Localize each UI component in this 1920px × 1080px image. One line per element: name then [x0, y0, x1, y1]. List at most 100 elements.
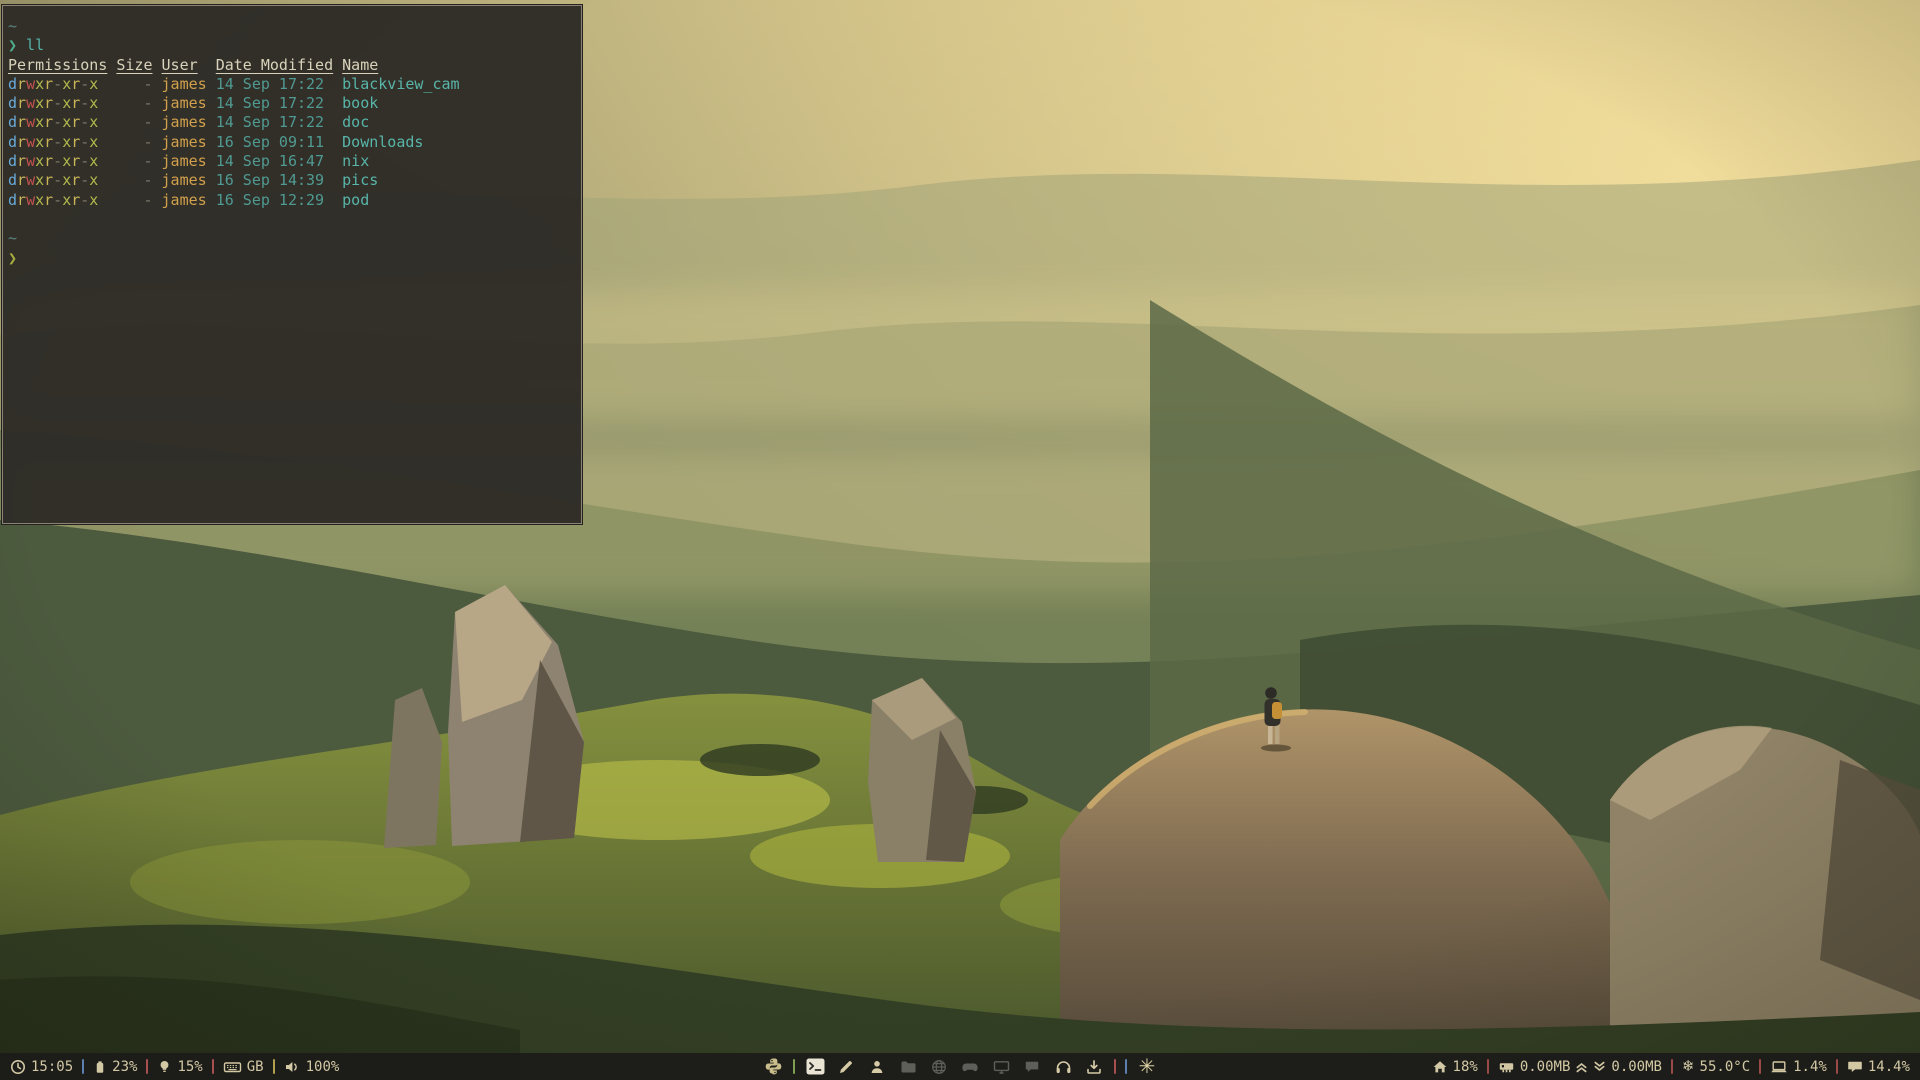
separator	[1487, 1059, 1489, 1074]
workspace-python[interactable]	[762, 1055, 784, 1078]
network-icon	[1498, 1059, 1515, 1075]
file-owner: james	[162, 113, 207, 131]
separator	[1114, 1059, 1116, 1074]
home-icon	[1432, 1059, 1448, 1075]
column-header: Name	[342, 56, 378, 74]
separator	[212, 1059, 214, 1074]
terminal-output: ~ ❯ ll Permissions Size User Date Modifi…	[3, 6, 581, 268]
file-date: 14 Sep 17:22	[216, 75, 324, 93]
file-owner: james	[162, 171, 207, 189]
monitor-icon	[993, 1059, 1010, 1075]
volume-icon	[284, 1059, 301, 1075]
speech-bubble-icon	[1847, 1059, 1863, 1075]
file-owner: james	[162, 152, 207, 170]
status-bar: 15:05 23% 15% GB 100% ✳ 18% 0.00MB0.00MB ❄ 55.0…	[0, 1053, 1920, 1080]
cwd-path: ~	[8, 17, 17, 35]
separator	[793, 1059, 795, 1074]
angles-down-icon	[1593, 1059, 1606, 1075]
bar-center-group: ✳	[762, 1053, 1158, 1080]
volume-module: 100%	[284, 1059, 340, 1075]
workspace-editor[interactable]	[835, 1055, 857, 1078]
file-name: Downloads	[342, 133, 423, 151]
file-name: pics	[342, 171, 378, 189]
module-value: 15%	[177, 1059, 202, 1075]
file-size: -	[143, 171, 152, 189]
workspace-music[interactable]	[1052, 1055, 1074, 1078]
settings-launcher[interactable]: ✳	[1136, 1055, 1158, 1078]
file-row: drwxr-xr-x - james 14 Sep 17:22 blackvie…	[8, 75, 460, 93]
bar-left-group: 15:05 23% 15% GB 100%	[10, 1059, 339, 1075]
separator	[1125, 1059, 1127, 1074]
file-date: 14 Sep 17:22	[216, 113, 324, 131]
keyboard-icon	[223, 1059, 242, 1075]
file-name: blackview_cam	[342, 75, 459, 93]
typed-command: ll	[17, 36, 44, 54]
file-date: 14 Sep 17:22	[216, 94, 324, 112]
file-size: -	[143, 113, 152, 131]
module-value: 18%	[1453, 1059, 1478, 1075]
file-name: pod	[342, 191, 369, 209]
globe-icon	[931, 1059, 947, 1075]
column-header: Size	[116, 56, 152, 74]
pencil-icon	[838, 1059, 854, 1075]
separator	[1671, 1059, 1673, 1074]
module-value: 15:05	[31, 1059, 73, 1075]
battery-module: 23%	[93, 1059, 137, 1075]
workspace-downloads[interactable]	[1083, 1055, 1105, 1078]
terminal-window[interactable]: ~ ❯ ll Permissions Size User Date Modifi…	[2, 5, 582, 524]
brightness-module: 15%	[157, 1059, 202, 1075]
workspace-chat[interactable]	[1021, 1055, 1043, 1078]
module-value: 0.00MB	[1611, 1059, 1662, 1075]
module-value: 14.4%	[1868, 1059, 1910, 1075]
module-value: 100%	[306, 1059, 340, 1075]
terminal-icon	[806, 1058, 825, 1075]
laptop-icon	[1770, 1059, 1788, 1075]
file-name: book	[342, 94, 378, 112]
prompt-symbol: ❯	[8, 249, 17, 267]
file-owner: james	[162, 133, 207, 151]
separator	[82, 1059, 84, 1074]
cwd-path: ~	[8, 229, 17, 247]
column-header: Permissions	[8, 56, 107, 74]
module-value: 55.0°C	[1700, 1059, 1751, 1075]
workspace-games[interactable]	[959, 1055, 981, 1078]
gear-icon: ✳	[1139, 1056, 1156, 1077]
snowflake-icon: ❄	[1682, 1059, 1695, 1074]
module-value: GB	[247, 1059, 264, 1075]
file-row: drwxr-xr-x - james 16 Sep 09:11 Download…	[8, 133, 423, 151]
network-module: 0.00MB0.00MB	[1498, 1059, 1662, 1075]
column-header: Date Modified	[216, 56, 333, 74]
file-date: 14 Sep 16:47	[216, 152, 324, 170]
file-date: 16 Sep 09:11	[216, 133, 324, 151]
file-size: -	[143, 191, 152, 209]
workspace-web[interactable]	[928, 1055, 950, 1078]
gamepad-icon	[961, 1059, 979, 1075]
separator	[146, 1059, 148, 1074]
workspace-monitor[interactable]	[990, 1055, 1012, 1078]
file-owner: james	[162, 191, 207, 209]
workspace-user[interactable]	[866, 1055, 888, 1078]
file-row: drwxr-xr-x - james 14 Sep 17:22 doc	[8, 113, 369, 131]
file-owner: james	[162, 94, 207, 112]
chat-icon	[1024, 1059, 1040, 1075]
python-icon	[764, 1057, 783, 1076]
file-row: drwxr-xr-x - james 14 Sep 17:22 book	[8, 94, 378, 112]
temperature-module: ❄ 55.0°C	[1682, 1059, 1750, 1075]
file-name: doc	[342, 113, 369, 131]
file-row: drwxr-xr-x - james 16 Sep 14:39 pics	[8, 171, 378, 189]
prompt-symbol: ❯	[8, 36, 17, 54]
file-size: -	[143, 152, 152, 170]
separator	[1836, 1059, 1838, 1074]
file-date: 16 Sep 12:29	[216, 191, 324, 209]
angles-up-icon	[1575, 1059, 1588, 1075]
file-size: -	[143, 133, 152, 151]
user-icon	[869, 1059, 885, 1075]
file-date: 16 Sep 14:39	[216, 171, 324, 189]
workspace-terminal-active[interactable]	[804, 1055, 826, 1078]
bar-right-group: 18%0.00MB0.00MB❄55.0°C1.4%14.4%	[1432, 1059, 1910, 1075]
separator	[1759, 1059, 1761, 1074]
workspace-files[interactable]	[897, 1055, 919, 1078]
keyboard-layout-module: GB	[223, 1059, 264, 1075]
download-icon	[1086, 1059, 1102, 1075]
file-row: drwxr-xr-x - james 16 Sep 12:29 pod	[8, 191, 369, 209]
